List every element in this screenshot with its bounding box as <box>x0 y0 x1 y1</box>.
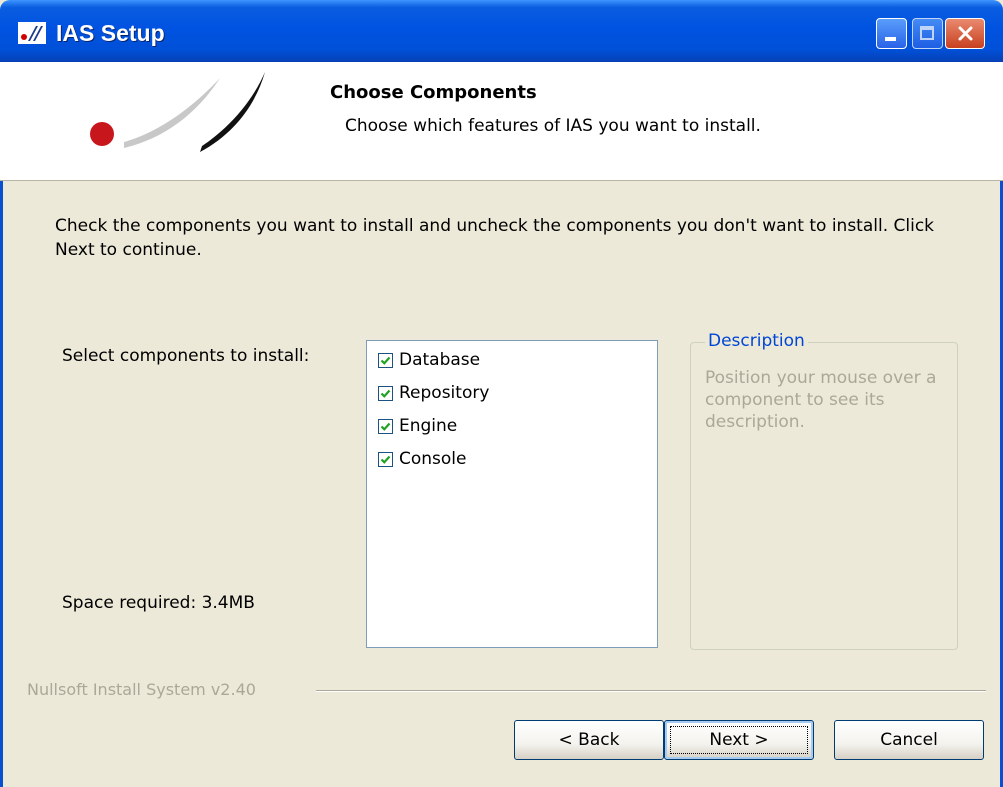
cancel-button[interactable]: Cancel <box>834 720 984 760</box>
setup-window: IAS Setup Choose Components Choose which… <box>0 0 1003 787</box>
checkbox-console[interactable] <box>378 451 393 467</box>
description-legend: Description <box>705 331 808 351</box>
component-label[interactable]: Repository <box>399 383 489 403</box>
nsis-branding-text: Nullsoft Install System v2.40 <box>27 680 256 699</box>
back-button[interactable]: < Back <box>514 720 664 760</box>
component-label[interactable]: Console <box>399 449 467 469</box>
maximize-button[interactable] <box>912 18 943 49</box>
window-title: IAS Setup <box>56 20 165 46</box>
checkmark-icon <box>380 455 391 464</box>
component-label[interactable]: Engine <box>399 416 457 436</box>
checkmark-icon <box>380 389 391 398</box>
component-item-engine[interactable]: Engine <box>378 412 457 440</box>
minimize-icon <box>885 37 896 41</box>
instructions-text: Check the components you want to install… <box>55 216 935 260</box>
installer-app-icon <box>18 22 46 44</box>
next-button[interactable]: Next > <box>664 720 814 760</box>
title-bar[interactable]: IAS Setup <box>0 0 1003 62</box>
checkbox-engine[interactable] <box>378 418 393 434</box>
page-title: Choose Components <box>330 82 537 103</box>
checkmark-icon <box>380 356 391 365</box>
components-list[interactable]: Database Repository Engine Console <box>366 340 658 648</box>
checkmark-icon <box>380 422 391 431</box>
close-button[interactable] <box>945 18 985 49</box>
select-components-label: Select components to install: <box>62 346 310 366</box>
minimize-button[interactable] <box>876 18 907 49</box>
component-item-database[interactable]: Database <box>378 346 480 374</box>
description-text: Position your mouse over a component to … <box>705 368 937 432</box>
description-groupbox: Description Position your mouse over a c… <box>690 331 958 650</box>
space-required-label: Space required: 3.4MB <box>62 593 255 613</box>
focus-rectangle <box>670 726 808 754</box>
checkbox-database[interactable] <box>378 352 393 368</box>
maximize-icon <box>920 26 934 40</box>
component-label[interactable]: Database <box>399 350 480 370</box>
brand-logo <box>90 72 265 152</box>
close-icon <box>958 26 973 41</box>
header-panel: Choose Components Choose which features … <box>0 62 1003 181</box>
component-item-console[interactable]: Console <box>378 445 467 473</box>
page-subtitle: Choose which features of IAS you want to… <box>345 116 761 136</box>
branding-divider <box>316 690 986 692</box>
component-item-repository[interactable]: Repository <box>378 379 489 407</box>
checkbox-repository[interactable] <box>378 385 393 401</box>
